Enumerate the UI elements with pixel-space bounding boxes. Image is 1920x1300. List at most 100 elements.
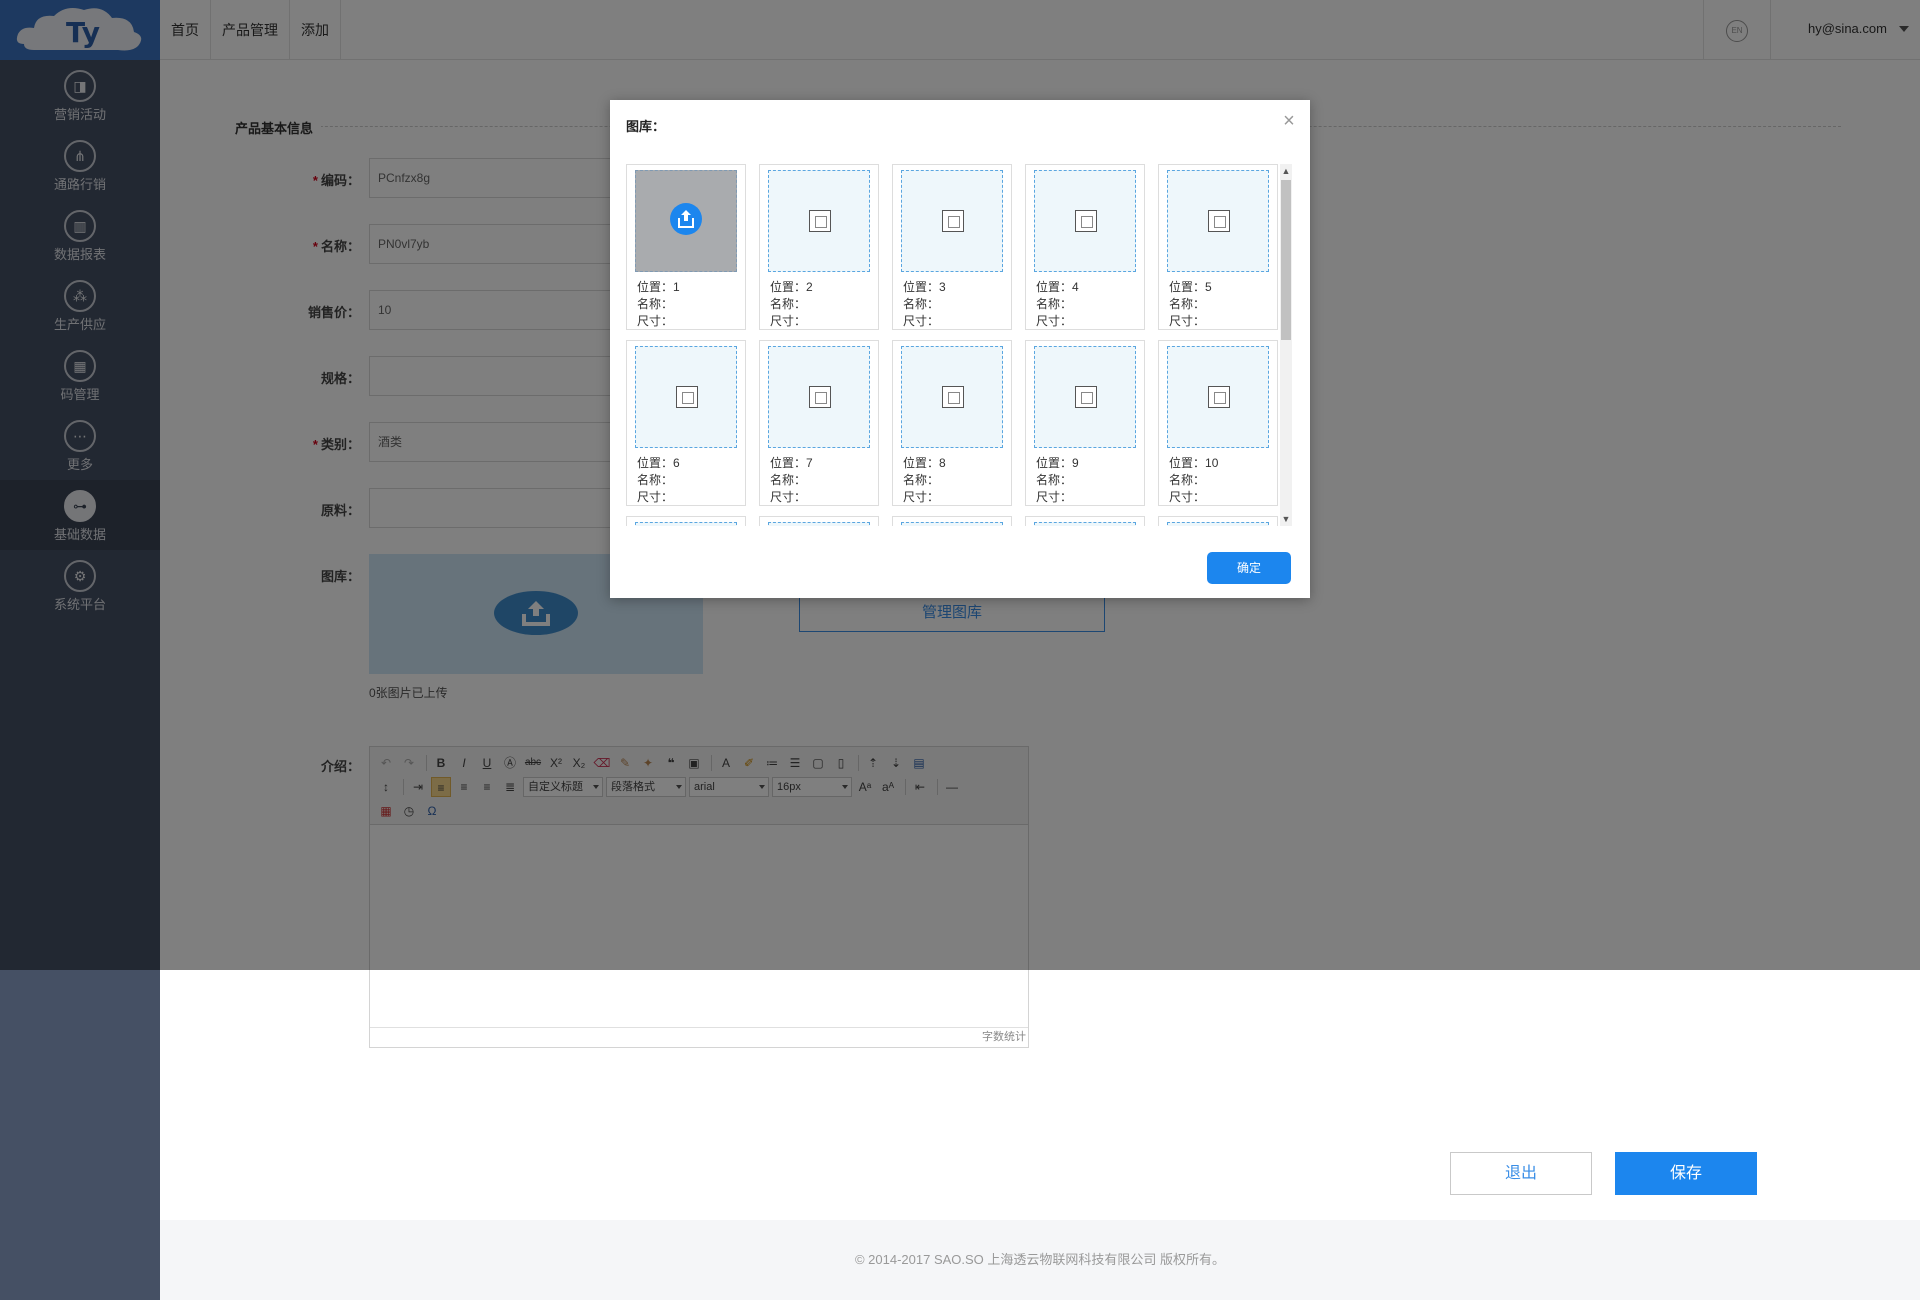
slot-info: 名称：: [770, 472, 806, 489]
size-label: 尺寸：: [903, 314, 940, 328]
image-placeholder-icon: [942, 210, 964, 232]
exit-button[interactable]: 退出: [1450, 1152, 1592, 1195]
slot-info: 名称：: [1036, 472, 1072, 489]
size-label: 尺寸：: [1036, 314, 1073, 328]
save-button[interactable]: 保存: [1615, 1152, 1757, 1195]
slot-info: 尺寸：: [1169, 313, 1205, 330]
image-drop-zone[interactable]: [635, 522, 737, 526]
gallery-slot[interactable]: 位置：10 名称： 尺寸：: [1158, 340, 1278, 506]
image-drop-zone[interactable]: [768, 170, 870, 272]
gallery-slot[interactable]: [626, 516, 746, 526]
gallery-slot[interactable]: 位置：1 名称： 尺寸：: [626, 164, 746, 330]
slot-info: 名称：: [1036, 296, 1072, 313]
image-placeholder-icon: [1075, 210, 1097, 232]
scrollbar[interactable]: ▲ ▼: [1280, 164, 1292, 526]
size-label: 尺寸：: [637, 314, 674, 328]
image-drop-zone[interactable]: [1034, 522, 1136, 526]
gallery-slot[interactable]: 位置：5 名称： 尺寸：: [1158, 164, 1278, 330]
scroll-up-icon[interactable]: ▲: [1280, 164, 1292, 178]
slot-number: 10: [1205, 456, 1219, 470]
gallery-slot[interactable]: 位置：2 名称： 尺寸：: [759, 164, 879, 330]
slot-info: 名称：: [770, 296, 806, 313]
slot-info: 尺寸：: [770, 489, 806, 506]
name-label: 名称：: [770, 473, 807, 487]
image-drop-zone[interactable]: [901, 346, 1003, 448]
slot-info: 名称：: [903, 472, 939, 489]
position-label: 位置：: [637, 456, 674, 470]
scroll-down-icon[interactable]: ▼: [1280, 512, 1292, 526]
gallery-slot[interactable]: [892, 516, 1012, 526]
gallery-slot[interactable]: 位置：3 名称： 尺寸：: [892, 164, 1012, 330]
position-label: 位置：: [1169, 280, 1206, 294]
name-label: 名称：: [903, 297, 940, 311]
size-label: 尺寸：: [1169, 490, 1206, 504]
slot-number: 1: [673, 280, 680, 294]
size-label: 尺寸：: [1169, 314, 1206, 328]
scroll-thumb[interactable]: [1281, 180, 1291, 340]
slot-info: 名称：: [903, 296, 939, 313]
slot-number: 6: [673, 456, 680, 470]
size-label: 尺寸：: [770, 490, 807, 504]
image-drop-zone[interactable]: [635, 346, 737, 448]
name-label: 名称：: [637, 473, 674, 487]
image-drop-zone[interactable]: [1167, 170, 1269, 272]
image-placeholder-icon: [809, 210, 831, 232]
image-drop-zone[interactable]: [1167, 346, 1269, 448]
slot-info: 尺寸：: [903, 313, 939, 330]
image-placeholder-icon: [676, 386, 698, 408]
gallery-slot[interactable]: 位置：8 名称： 尺寸：: [892, 340, 1012, 506]
image-drop-zone[interactable]: [1034, 346, 1136, 448]
slot-info: 位置：5: [1169, 279, 1212, 296]
name-label: 名称：: [770, 297, 807, 311]
gallery-slot[interactable]: [759, 516, 879, 526]
position-label: 位置：: [903, 456, 940, 470]
word-count: 字数统计: [370, 1027, 1028, 1047]
confirm-button[interactable]: 确定: [1207, 552, 1291, 584]
position-label: 位置：: [770, 456, 807, 470]
gallery-grid: 位置：1 名称： 尺寸： 位置：2 名称： 尺寸： 位置：3 名称： 尺寸： 位置：4 名称： 尺寸：…: [626, 164, 1280, 526]
slot-number: 3: [939, 280, 946, 294]
image-placeholder-icon: [1208, 210, 1230, 232]
slot-number: 2: [806, 280, 813, 294]
size-label: 尺寸：: [1036, 490, 1073, 504]
image-placeholder-icon: [1075, 386, 1097, 408]
position-label: 位置：: [637, 280, 674, 294]
slot-number: 9: [1072, 456, 1079, 470]
name-label: 名称：: [1169, 473, 1206, 487]
gallery-slot[interactable]: 位置：7 名称： 尺寸：: [759, 340, 879, 506]
name-label: 名称：: [903, 473, 940, 487]
slot-number: 7: [806, 456, 813, 470]
gallery-slot[interactable]: 位置：6 名称： 尺寸：: [626, 340, 746, 506]
slot-info: 尺寸：: [903, 489, 939, 506]
position-label: 位置：: [1169, 456, 1206, 470]
image-drop-zone[interactable]: [768, 522, 870, 526]
slot-info: 尺寸：: [1036, 489, 1072, 506]
image-drop-zone[interactable]: [1167, 522, 1269, 526]
size-label: 尺寸：: [903, 490, 940, 504]
slot-info: 位置：3: [903, 279, 946, 296]
upload-icon[interactable]: [670, 203, 702, 235]
gallery-slot[interactable]: [1025, 516, 1145, 526]
slot-info: 名称：: [637, 296, 673, 313]
gallery-slot[interactable]: 位置：4 名称： 尺寸：: [1025, 164, 1145, 330]
image-drop-zone[interactable]: [1034, 170, 1136, 272]
slot-info: 位置：1: [637, 279, 680, 296]
slot-info: 位置：10: [1169, 455, 1218, 472]
copyright-footer: © 2014-2017 SAO.SO 上海透云物联网科技有限公司 版权所有。: [160, 1220, 1920, 1300]
name-label: 名称：: [1169, 297, 1206, 311]
close-icon[interactable]: ×: [1280, 111, 1298, 131]
slot-number: 5: [1205, 280, 1212, 294]
slot-info: 尺寸：: [1036, 313, 1072, 330]
image-drop-zone[interactable]: [901, 522, 1003, 526]
gallery-slot[interactable]: [1158, 516, 1278, 526]
image-drop-zone[interactable]: [768, 346, 870, 448]
modal-title: 图库：: [626, 119, 666, 134]
slot-info: 名称：: [1169, 296, 1205, 313]
slot-info: 名称：: [637, 472, 673, 489]
image-drop-zone[interactable]: [901, 170, 1003, 272]
size-label: 尺寸：: [770, 314, 807, 328]
slot-info: 位置：2: [770, 279, 813, 296]
image-drop-zone[interactable]: [635, 170, 737, 272]
image-placeholder-icon: [1208, 386, 1230, 408]
gallery-slot[interactable]: 位置：9 名称： 尺寸：: [1025, 340, 1145, 506]
